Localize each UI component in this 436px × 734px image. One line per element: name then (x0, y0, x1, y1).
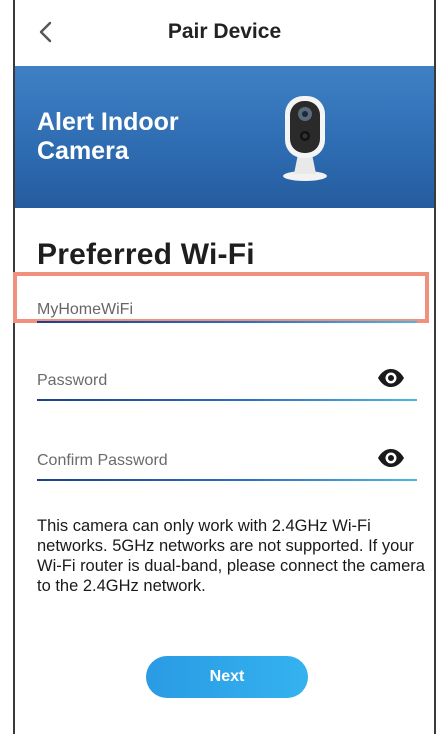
wifi-name-input[interactable] (37, 297, 367, 323)
confirm-password-input[interactable] (37, 448, 367, 474)
next-button[interactable]: Next (146, 656, 308, 698)
section-title: Preferred Wi-Fi (37, 238, 255, 271)
eye-icon[interactable] (377, 368, 405, 388)
eye-icon[interactable] (377, 448, 405, 468)
password-input[interactable] (37, 368, 367, 394)
wifi-field (37, 297, 417, 327)
device-banner: Alert Indoor Camera (15, 66, 434, 208)
app-header: Pair Device (15, 0, 434, 66)
page-title: Pair Device (167, 20, 282, 43)
confirm-password-field (37, 448, 417, 488)
wifi-field-underline (37, 321, 417, 323)
wifi-requirement-note: This camera can only work with 2.4GHz Wi… (37, 517, 425, 595)
password-field-underline (37, 399, 417, 401)
device-name: Alert Indoor Camera (37, 108, 179, 165)
confirm-password-field-underline (37, 479, 417, 481)
password-field (37, 368, 417, 408)
indoor-camera-image (283, 96, 327, 181)
